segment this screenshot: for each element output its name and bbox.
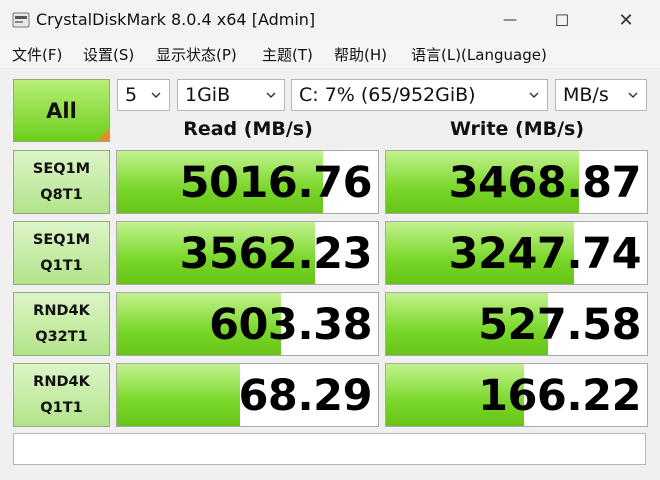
read-result-cell: 68.29	[116, 363, 379, 427]
test-button-rnd4k-q1t1[interactable]: RND4K Q1T1	[13, 363, 110, 427]
test-params: Q1T1	[40, 258, 83, 274]
write-header: Write (MB/s)	[449, 118, 585, 140]
write-result-cell: 3247.74	[385, 221, 648, 285]
read-header: Read (MB/s)	[183, 118, 313, 140]
test-name: RND4K	[33, 303, 90, 319]
read-result-cell: 3562.23	[116, 221, 379, 285]
test-params: Q32T1	[35, 329, 88, 345]
minimize-button[interactable]: —	[480, 0, 540, 40]
unit-select-value: MB/s	[563, 84, 609, 106]
read-result-cell: 603.38	[116, 292, 379, 356]
app-icon	[12, 12, 30, 28]
read-result-cell: 5016.76	[116, 150, 379, 214]
all-button-label: All	[46, 98, 77, 123]
menu-display[interactable]: 显示状态(P)	[156, 44, 237, 65]
menu-theme[interactable]: 主题(T)	[262, 44, 313, 65]
all-button[interactable]: All	[13, 79, 110, 142]
test-params: Q1T1	[40, 400, 83, 416]
read-value: 68.29	[238, 371, 372, 421]
menu-settings[interactable]: 设置(S)	[83, 44, 134, 65]
close-button[interactable]: ✕	[596, 0, 656, 40]
drive-select-value: C: 7% (65/952GiB)	[299, 84, 476, 106]
maximize-icon: ☐	[554, 10, 570, 30]
test-button-seq1m-q1t1[interactable]: SEQ1M Q1T1	[13, 221, 110, 285]
menu-language[interactable]: 语言(L)(Language)	[411, 44, 547, 65]
test-name: RND4K	[33, 374, 90, 390]
chevron-down-icon	[266, 92, 276, 98]
close-icon: ✕	[618, 9, 634, 31]
read-bar	[117, 364, 240, 426]
chevron-down-icon	[151, 92, 161, 98]
chevron-down-icon	[628, 92, 638, 98]
comment-field[interactable]	[13, 433, 646, 465]
test-button-rnd4k-q32t1[interactable]: RND4K Q32T1	[13, 292, 110, 356]
unit-select[interactable]: MB/s	[555, 79, 647, 111]
test-params: Q8T1	[40, 187, 83, 203]
test-name: SEQ1M	[32, 232, 91, 248]
title-bar: CrystalDiskMark 8.0.4 x64 [Admin] — ☐ ✕	[0, 0, 660, 41]
count-select[interactable]: 5	[117, 79, 170, 111]
write-value: 527.58	[478, 300, 641, 350]
write-value: 3468.87	[448, 158, 642, 208]
write-value: 166.22	[478, 371, 641, 421]
read-value: 3562.23	[179, 229, 373, 279]
size-select-value: 1GiB	[185, 84, 231, 106]
read-value: 603.38	[209, 300, 372, 350]
test-name: SEQ1M	[32, 161, 91, 177]
test-button-seq1m-q8t1[interactable]: SEQ1M Q8T1	[13, 150, 110, 214]
write-result-cell: 166.22	[385, 363, 648, 427]
write-result-cell: 527.58	[385, 292, 648, 356]
menu-help[interactable]: 帮助(H)	[334, 44, 387, 65]
write-result-cell: 3468.87	[385, 150, 648, 214]
chevron-down-icon	[529, 92, 539, 98]
size-select[interactable]: 1GiB	[177, 79, 285, 111]
write-value: 3247.74	[448, 229, 642, 279]
menu-file[interactable]: 文件(F)	[12, 44, 62, 65]
all-button-corner	[97, 129, 109, 141]
read-value: 5016.76	[179, 158, 373, 208]
drive-select[interactable]: C: 7% (65/952GiB)	[291, 79, 548, 111]
count-select-value: 5	[125, 84, 138, 106]
menu-bar: 文件(F) 设置(S) 显示状态(P) 主题(T) 帮助(H) 语言(L)(La…	[0, 40, 660, 69]
minimize-icon: —	[503, 12, 517, 28]
maximize-button[interactable]: ☐	[532, 0, 592, 40]
window-title: CrystalDiskMark 8.0.4 x64 [Admin]	[36, 10, 316, 29]
